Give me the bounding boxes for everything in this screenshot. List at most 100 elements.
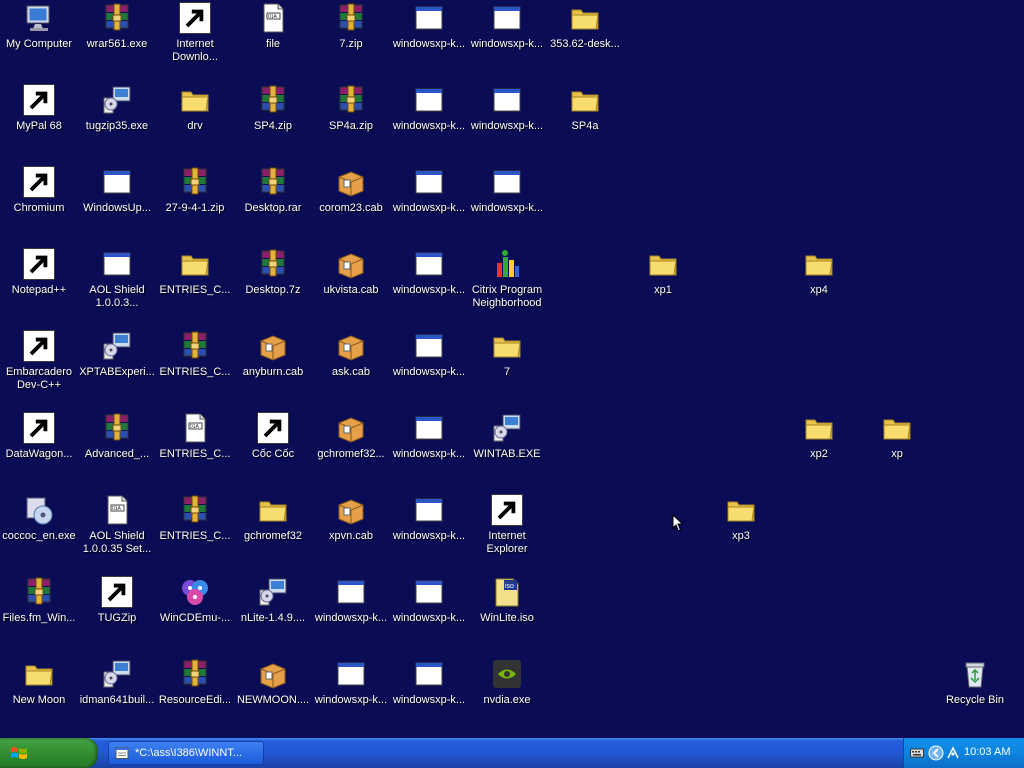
desktop-icon-label: SP4a.zip	[328, 120, 374, 132]
desktop-icon-label: ENTRIES_C...	[159, 530, 231, 542]
desktop-icon[interactable]: DataWagon...	[0, 410, 78, 490]
desktop-icon[interactable]: Recycle Bin	[936, 656, 1014, 736]
network-icon[interactable]	[946, 746, 960, 760]
winrar-icon	[335, 84, 367, 116]
desktop-icon[interactable]: SP4a	[546, 82, 624, 162]
desktop-icon-label: drv	[187, 120, 203, 132]
desktop-icon[interactable]: Chromium	[0, 164, 78, 244]
desktop-icon[interactable]: My Computer	[0, 0, 78, 80]
desktop-icon[interactable]: WinCDEmu-...	[156, 574, 234, 654]
desktop-icon-label: WinCDEmu-...	[159, 612, 231, 624]
desktop-icon[interactable]: 01A file	[234, 0, 312, 80]
desktop-icon[interactable]: windowsxp-k...	[468, 164, 546, 244]
installer-icon	[491, 412, 523, 444]
desktop-icon[interactable]: Citrix Program Neighborhood	[468, 246, 546, 326]
desktop-icon[interactable]: windowsxp-k...	[390, 574, 468, 654]
desktop-icon-label: gchromef32	[243, 530, 303, 542]
desktop-icon[interactable]: wrar561.exe	[78, 0, 156, 80]
desktop-icon[interactable]: coccoc_en.exe	[0, 492, 78, 572]
desktop-icon-label: windowsxp-k...	[314, 694, 388, 706]
desktop-icon[interactable]: 01A ENTRIES_C...	[156, 410, 234, 490]
desktop-icon[interactable]: DEV++ Embarcadero Dev-C++	[0, 328, 78, 408]
desktop-icon[interactable]: Desktop.rar	[234, 164, 312, 244]
desktop-icon[interactable]: anyburn.cab	[234, 328, 312, 408]
desktop-icon[interactable]: Advanced_...	[78, 410, 156, 490]
desktop-icon[interactable]: WindowsUp...	[78, 164, 156, 244]
desktop-icon[interactable]: 01A AOL Shield 1.0.0.35 Set...	[78, 492, 156, 572]
coccoc-icon	[257, 412, 289, 444]
desktop-icon[interactable]: ukvista.cab	[312, 246, 390, 326]
desktop-icon[interactable]: 27-9-4-1.zip	[156, 164, 234, 244]
desktop-icon[interactable]: windowsxp-k...	[390, 82, 468, 162]
desktop-icon[interactable]: WINTAB.EXE	[468, 410, 546, 490]
desktop-icon[interactable]: windowsxp-k...	[468, 0, 546, 80]
desktop-icon[interactable]: gchromef32	[234, 492, 312, 572]
desktop-icon[interactable]: windowsxp-k...	[468, 82, 546, 162]
folder-icon	[179, 248, 211, 280]
desktop-icon[interactable]: 353.62-desk...	[546, 0, 624, 80]
desktop-icon[interactable]: windowsxp-k...	[390, 246, 468, 326]
desktop-icon-label: windowsxp-k...	[392, 366, 466, 378]
desktop-icon[interactable]: ResourceEdi...	[156, 656, 234, 736]
desktop-icon[interactable]: windowsxp-k...	[312, 574, 390, 654]
desktop[interactable]: My Computer wrar561.exe Internet Downlo...…	[0, 0, 1024, 738]
desktop-icon-label: windowsxp-k...	[470, 120, 544, 132]
desktop-icon[interactable]: ask.cab	[312, 328, 390, 408]
desktop-icon[interactable]: xpvn.cab	[312, 492, 390, 572]
notepad-icon	[115, 747, 129, 759]
desktop-icon[interactable]: ENTRIES_C...	[156, 246, 234, 326]
folder-icon	[257, 494, 289, 526]
desktop-icon[interactable]: XPTABExperi...	[78, 328, 156, 408]
desktop-icon[interactable]: MyPal 68	[0, 82, 78, 162]
desktop-icon[interactable]: Internet Explorer	[468, 492, 546, 572]
clock[interactable]: 10:03 AM	[964, 746, 1010, 758]
desktop-icon[interactable]: windowsxp-k...	[390, 164, 468, 244]
desktop-icon[interactable]: nvdia.exe	[468, 656, 546, 736]
tray-chevron-icon[interactable]	[928, 745, 944, 761]
desktop-icon[interactable]: TUGZip	[78, 574, 156, 654]
app-window-icon	[413, 576, 445, 608]
desktop-icon[interactable]: ENTRIES_C...	[156, 328, 234, 408]
desktop-icon-label: corom23.cab	[319, 202, 383, 214]
desktop-icon[interactable]: drv	[156, 82, 234, 162]
desktop-icon[interactable]: Notepad++	[0, 246, 78, 326]
desktop-icon[interactable]: Internet Downlo...	[156, 0, 234, 80]
desktop-icon[interactable]: windowsxp-k...	[390, 0, 468, 80]
desktop-icon[interactable]: gchromef32...	[312, 410, 390, 490]
desktop-icon-label: coccoc_en.exe	[2, 530, 76, 542]
desktop-icon[interactable]: 7	[468, 328, 546, 408]
desktop-icon[interactable]: Cốc Cốc	[234, 410, 312, 490]
desktop-icon[interactable]: New Moon	[0, 656, 78, 736]
taskbar-item-notepad[interactable]: *C:\ass\I386\WINNT...	[108, 741, 264, 765]
desktop-icon[interactable]: xp	[858, 410, 936, 490]
desktop-icon[interactable]: tugzip35.exe	[78, 82, 156, 162]
desktop-icon[interactable]: Desktop.7z	[234, 246, 312, 326]
desktop-icon[interactable]: xp4	[780, 246, 858, 326]
desktop-icon[interactable]: Files.fm_Win...	[0, 574, 78, 654]
desktop-icon[interactable]: idman641buil...	[78, 656, 156, 736]
desktop-icon-label: windowsxp-k...	[392, 284, 466, 296]
desktop-icon[interactable]: windowsxp-k...	[390, 328, 468, 408]
start-button[interactable]	[0, 738, 98, 768]
desktop-icon[interactable]: nLite-1.4.9....	[234, 574, 312, 654]
desktop-icon-label: AOL Shield 1.0.0.35 Set...	[82, 530, 152, 555]
desktop-icon[interactable]: ENTRIES_C...	[156, 492, 234, 572]
installer-icon	[101, 658, 133, 690]
desktop-icon[interactable]: iso WinLite.iso	[468, 574, 546, 654]
cab-box-icon	[335, 248, 367, 280]
desktop-icon[interactable]: SP4.zip	[234, 82, 312, 162]
desktop-icon[interactable]: xp3	[702, 492, 780, 572]
desktop-icon[interactable]: NEWMOON....	[234, 656, 312, 736]
desktop-icon[interactable]: 7.zip	[312, 0, 390, 80]
keyboard-icon[interactable]	[910, 746, 924, 760]
desktop-icon[interactable]: xp1	[624, 246, 702, 326]
desktop-icon[interactable]: AOL Shield 1.0.0.3...	[78, 246, 156, 326]
desktop-icon-label: anyburn.cab	[242, 366, 304, 378]
desktop-icon[interactable]: corom23.cab	[312, 164, 390, 244]
desktop-icon[interactable]: windowsxp-k...	[312, 656, 390, 736]
desktop-icon[interactable]: windowsxp-k...	[390, 656, 468, 736]
desktop-icon[interactable]: xp2	[780, 410, 858, 490]
desktop-icon[interactable]: SP4a.zip	[312, 82, 390, 162]
desktop-icon[interactable]: windowsxp-k...	[390, 492, 468, 572]
desktop-icon[interactable]: windowsxp-k...	[390, 410, 468, 490]
